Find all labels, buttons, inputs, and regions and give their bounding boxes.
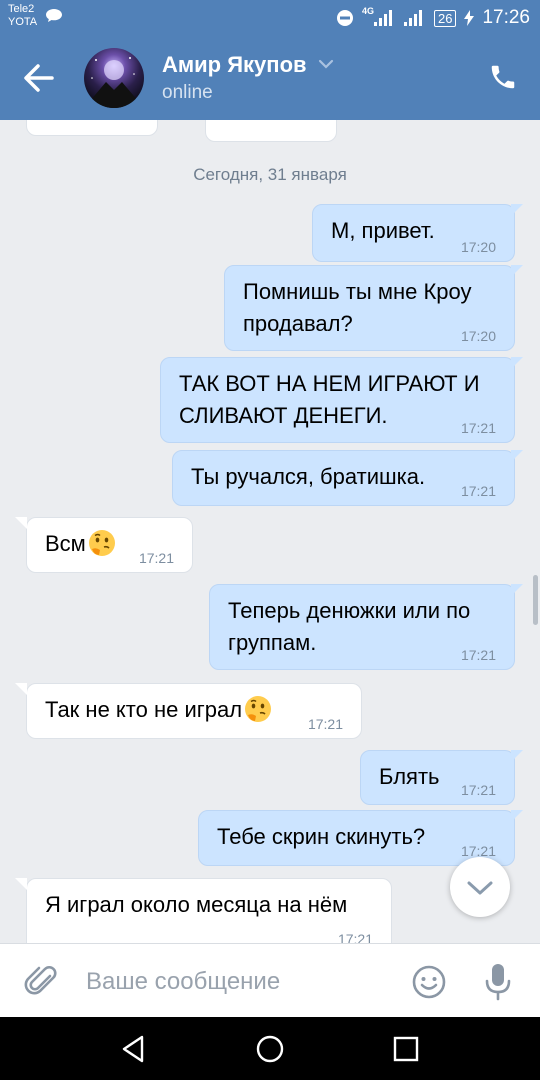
previous-message-fragment: [205, 120, 337, 142]
smile-icon[interactable]: [411, 964, 447, 1000]
message-time: 17:21: [460, 647, 496, 663]
message-text: Всм: [45, 531, 86, 556]
scrollbar-thumb[interactable]: [533, 575, 538, 625]
clock: 17:26: [482, 7, 530, 28]
contact-avatar[interactable]: [84, 48, 144, 108]
message-bubble[interactable]: Блять 17:21: [360, 750, 523, 805]
chat-notification-icon: [46, 9, 62, 22]
message-text: Так не кто не играл: [45, 697, 243, 722]
message-text: Тебе скрин скинуть?: [217, 824, 426, 849]
nav-home-icon[interactable]: [254, 1033, 286, 1065]
message-time: 17:21: [307, 716, 343, 732]
paperclip-icon[interactable]: [24, 964, 60, 1000]
do-not-disturb-icon: [336, 10, 353, 26]
scroll-to-bottom-button[interactable]: [450, 857, 510, 917]
message-text: Теперь денюжки или по группам.: [228, 598, 471, 655]
thinking-face-emoji-icon: [245, 696, 272, 722]
avatar-image: [84, 57, 144, 108]
message-time: 17:21: [337, 931, 373, 943]
message-bubble[interactable]: ТАК ВОТ НА НЕМ ИГРАЮТ И СЛИВАЮТ ДЕНЕГИ. …: [160, 357, 523, 443]
chevron-down-icon: [467, 881, 493, 895]
charging-icon: [464, 10, 475, 26]
message-bubble[interactable]: Помнишь ты мне Кроу продавал? 17:20: [224, 265, 523, 351]
contact-status: online: [162, 82, 213, 103]
chat-header: Амир Якупов online: [0, 36, 540, 120]
message-time: 17:21: [138, 550, 174, 566]
carrier-info: Tele2 YOTA: [8, 3, 37, 29]
message-bubble[interactable]: Так не кто не играл 17:21: [15, 683, 362, 739]
message-time: 17:21: [460, 483, 496, 499]
nav-recents-icon[interactable]: [390, 1033, 422, 1065]
carrier-2: YOTA: [8, 16, 38, 28]
date-separator: Сегодня, 31 января: [193, 165, 347, 184]
signal-icon: [403, 10, 422, 26]
message-bubble[interactable]: Всм 17:21: [15, 517, 193, 573]
system-navigation-bar: [0, 1017, 540, 1080]
chevron-down-icon[interactable]: [318, 58, 334, 70]
message-input[interactable]: [86, 962, 386, 1002]
message-text: М, привет.: [331, 218, 435, 243]
message-bubble[interactable]: Я играл около месяца на нём 17:21: [15, 878, 392, 943]
network-type-label: 4G: [361, 6, 374, 16]
message-time: 17:21: [460, 420, 496, 436]
battery-icon: 26: [433, 9, 457, 27]
message-time: 17:21: [460, 782, 496, 798]
nav-back-icon[interactable]: [118, 1033, 150, 1065]
status-bar: Tele2 YOTA 4G 26 17:26: [0, 0, 540, 36]
message-time: 17:20: [460, 239, 496, 255]
carrier-1: Tele2: [8, 3, 35, 15]
battery-level: 26: [437, 10, 453, 26]
message-text: Ты ручался, братишка.: [191, 464, 426, 489]
microphone-icon[interactable]: [482, 962, 514, 1002]
message-bubble[interactable]: Теперь денюжки или по группам. 17:21: [209, 584, 523, 670]
status-icons: 4G 26 17:26: [336, 6, 530, 29]
message-text: ТАК ВОТ НА НЕМ ИГРАЮТ И СЛИВАЮТ ДЕНЕГИ.: [179, 371, 480, 428]
message-bubble[interactable]: М, привет. 17:20: [312, 204, 523, 262]
message-text: Я играл около месяца на нём: [45, 892, 348, 917]
message-text: Помнишь ты мне Кроу продавал?: [243, 279, 472, 336]
phone-icon[interactable]: [488, 62, 518, 92]
back-arrow-icon[interactable]: [20, 60, 60, 96]
message-time: 17:20: [460, 328, 496, 344]
contact-name[interactable]: Амир Якупов: [162, 52, 307, 78]
message-bubble[interactable]: Ты ручался, братишка. 17:21: [172, 450, 523, 506]
previous-message-fragment: [26, 120, 158, 136]
message-composer: [0, 943, 540, 1018]
message-text: Блять: [379, 764, 440, 789]
thinking-face-emoji-icon: [88, 530, 115, 556]
signal-4g-icon: 4G: [361, 6, 396, 28]
message-list[interactable]: Сегодня, 31 января М, привет. 17:20 Помн…: [0, 120, 540, 943]
